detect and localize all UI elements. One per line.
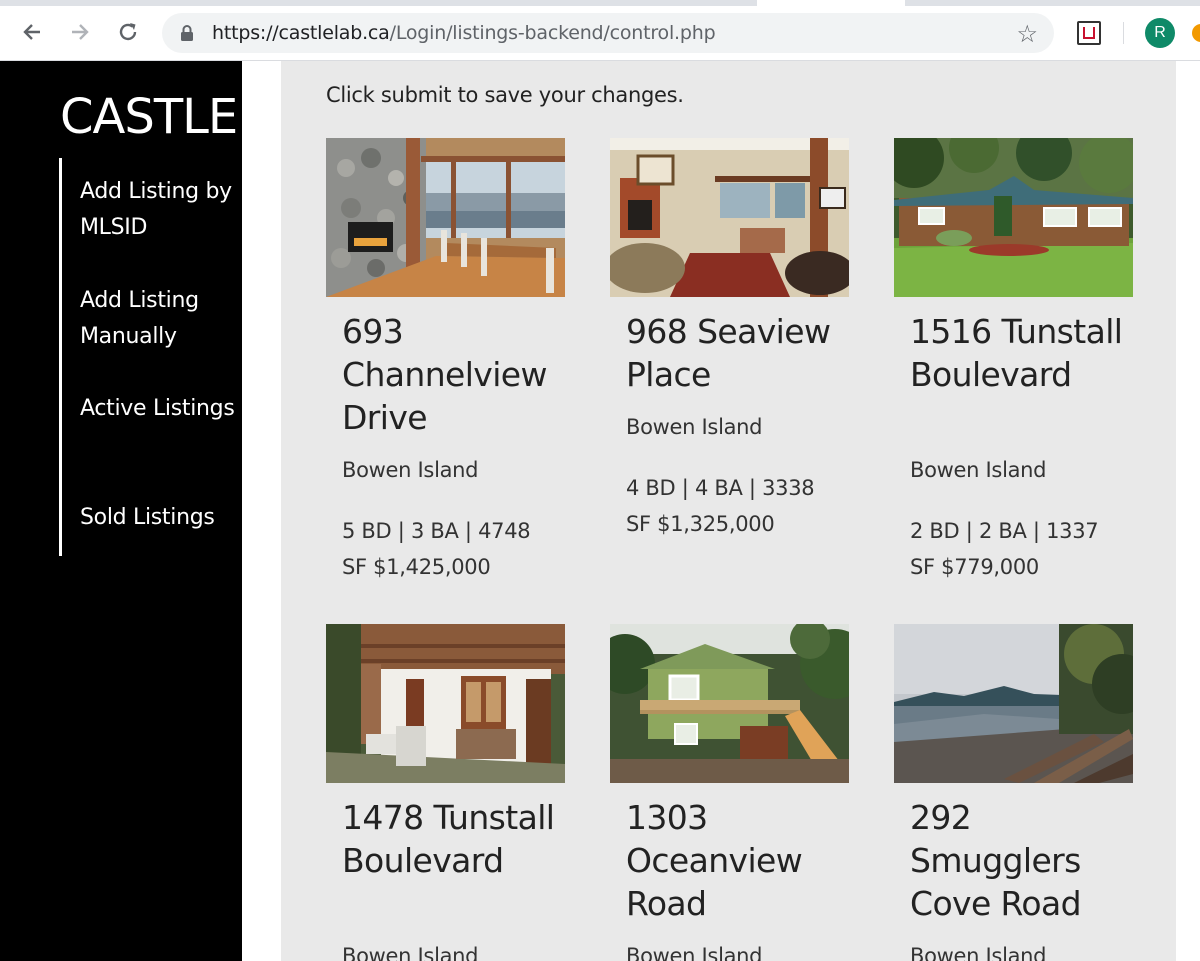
- address-bar[interactable]: https://castlelab.ca/Login/listings-back…: [162, 13, 1054, 53]
- listing-address: 693 Channelview Drive: [342, 312, 547, 437]
- brand-logo[interactable]: CASTLE: [60, 89, 238, 145]
- toolbar-divider: [1123, 22, 1124, 44]
- listing-photo-patio[interactable]: [326, 624, 565, 783]
- forward-arrow-icon[interactable]: [62, 14, 98, 50]
- main-content: Click submit to save your changes. 693 C…: [281, 61, 1176, 961]
- url-host: https://castlelab.ca: [212, 22, 390, 44]
- lock-icon[interactable]: [178, 24, 196, 42]
- url-text[interactable]: https://castlelab.ca/Login/listings-back…: [212, 22, 716, 44]
- sidebar-item-sold-listings[interactable]: Sold Listings: [80, 500, 240, 536]
- listing-city: Bowen Island: [626, 944, 763, 961]
- sidebar: CASTLE Add Listing by MLSID Add Listing …: [0, 61, 242, 961]
- page-margin: [1176, 61, 1200, 961]
- listing-city: Bowen Island: [910, 944, 1047, 961]
- page-gutter: [242, 61, 281, 961]
- browser-toolbar: https://castlelab.ca/Login/listings-back…: [0, 0, 1200, 61]
- reload-icon[interactable]: [110, 14, 146, 50]
- listing-city: Bowen Island: [626, 415, 763, 439]
- listing-city: Bowen Island: [342, 458, 479, 482]
- sidebar-item-active-listings[interactable]: Active Listings: [80, 391, 240, 427]
- bookmark-star-icon[interactable]: ☆: [1016, 20, 1038, 49]
- listing-photo-green-house[interactable]: [610, 624, 849, 783]
- tab-background[interactable]: [0, 0, 755, 6]
- listing-photo-interior-dining[interactable]: [326, 138, 565, 297]
- listing-address: 292 Smugglers Cove Road: [910, 798, 1082, 923]
- update-indicator-icon[interactable]: [1192, 24, 1200, 42]
- active-tab[interactable]: [757, 0, 905, 6]
- listing-city: Bowen Island: [342, 944, 479, 961]
- listing-stats: 2 BD | 2 BA | 1337 SF $779,000: [910, 519, 1099, 579]
- listing-address: 968 Seaview Place: [626, 312, 831, 394]
- listing-stats: 4 BD | 4 BA | 3338 SF $1,325,000: [626, 476, 815, 536]
- listing-city: Bowen Island: [910, 458, 1047, 482]
- listing-stats: 5 BD | 3 BA | 4748 SF $1,425,000: [342, 519, 531, 579]
- listing-address: 1478 Tunstall Boulevard: [342, 798, 555, 880]
- sidebar-menu: Add Listing by MLSID Add Listing Manuall…: [59, 158, 239, 556]
- back-arrow-icon[interactable]: [14, 14, 50, 50]
- listing-address: 1516 Tunstall Boulevard: [910, 312, 1123, 394]
- sidebar-item-add-by-mlsid[interactable]: Add Listing by MLSID: [80, 174, 240, 246]
- tab-strip: [0, 0, 1200, 6]
- extension-icon[interactable]: [1077, 21, 1101, 45]
- instruction-text: Click submit to save your changes.: [326, 83, 684, 107]
- listing-photo-living-room[interactable]: [610, 138, 849, 297]
- url-path: /Login/listings-backend/control.php: [389, 22, 716, 44]
- sidebar-item-add-manually[interactable]: Add Listing Manually: [80, 283, 240, 355]
- listing-address: 1303 Oceanview Road: [626, 798, 803, 923]
- profile-avatar[interactable]: R: [1145, 18, 1175, 48]
- tab-background[interactable]: [905, 0, 1200, 6]
- listing-photo-beach[interactable]: [894, 624, 1133, 783]
- listing-photo-cabin[interactable]: [894, 138, 1133, 297]
